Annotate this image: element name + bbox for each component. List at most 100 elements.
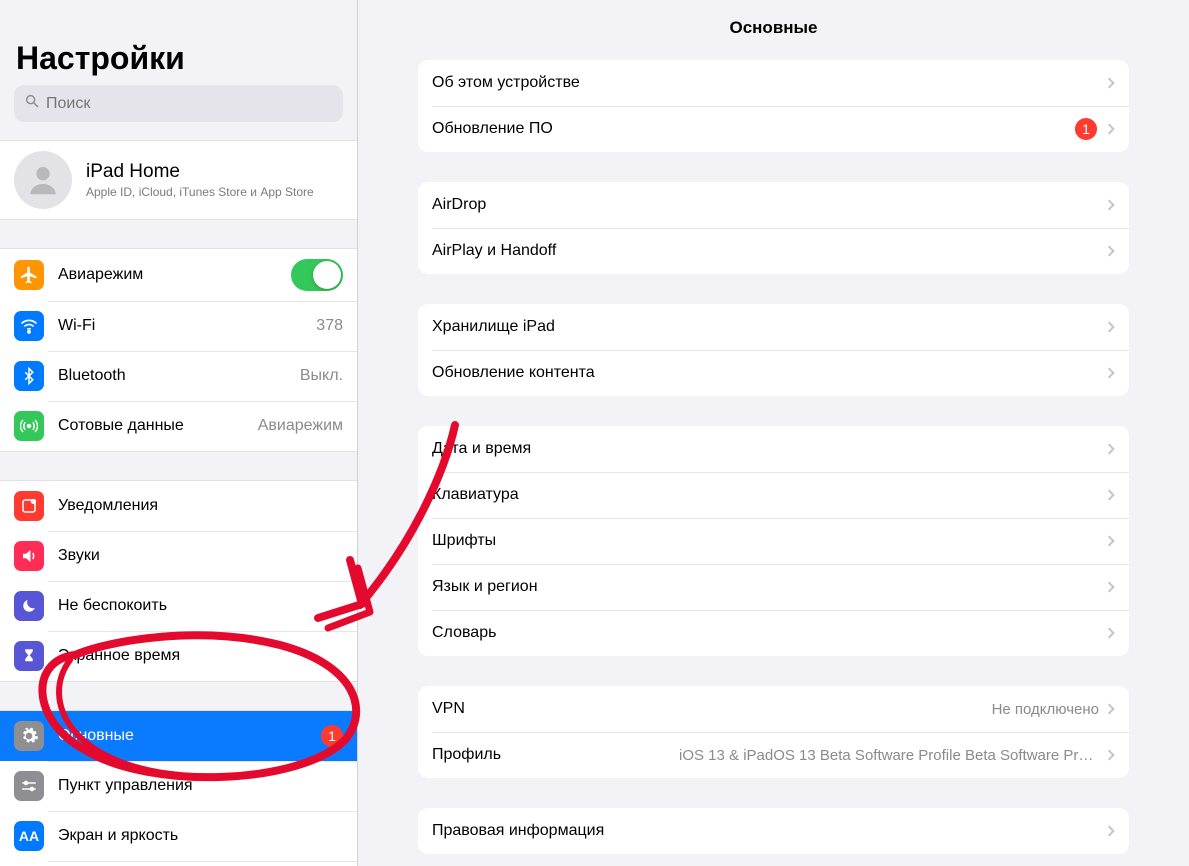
row-label: Язык и регион: [432, 578, 1107, 596]
chevron-right-icon: [1107, 442, 1115, 456]
search-icon: [24, 93, 40, 114]
sidebar-group-general: Основные 1 Пункт управления AA Экран и я…: [0, 710, 357, 866]
chevron-right-icon: [1107, 76, 1115, 90]
sidebar-group-notify: Уведомления Звуки Не беспокоить Экранное…: [0, 480, 357, 682]
avatar-icon: [14, 151, 72, 209]
speaker-icon: [14, 541, 44, 571]
sliders-icon: [14, 771, 44, 801]
search-field[interactable]: [14, 85, 343, 122]
row-label: Звуки: [58, 547, 343, 565]
row-label: Хранилище iPad: [432, 318, 1107, 336]
row-label: Шрифты: [432, 532, 1107, 550]
main-group-datetime: Дата и время Клавиатура Шрифты Язык и ре…: [418, 426, 1129, 656]
bluetooth-icon: [14, 361, 44, 391]
main-item-datetime[interactable]: Дата и время: [418, 426, 1129, 472]
chevron-right-icon: [1107, 122, 1115, 136]
row-value: Не подключено: [992, 701, 1099, 718]
hourglass-icon: [14, 641, 44, 671]
row-value: Выкл.: [300, 367, 343, 385]
badge: 1: [1075, 118, 1097, 140]
sidebar-item-notifications[interactable]: Уведомления: [0, 481, 357, 531]
main-item-airdrop[interactable]: AirDrop: [418, 182, 1129, 228]
main-item-language[interactable]: Язык и регион: [418, 564, 1129, 610]
chevron-right-icon: [1107, 748, 1115, 762]
chevron-right-icon: [1107, 626, 1115, 640]
main-content: Основные Об этом устройстве Обновление П…: [358, 0, 1189, 866]
row-label: Обновление контента: [432, 364, 1107, 382]
sidebar-item-general[interactable]: Основные 1: [0, 711, 357, 761]
sidebar-title: Настройки: [14, 40, 343, 85]
main-item-fonts[interactable]: Шрифты: [418, 518, 1129, 564]
row-label: Клавиатура: [432, 486, 1107, 504]
row-label: VPN: [432, 700, 992, 718]
wifi-icon: [14, 311, 44, 341]
sidebar-item-wifi[interactable]: Wi-Fi 378: [0, 301, 357, 351]
row-value: 378: [316, 317, 343, 335]
row-label: Экранное время: [58, 647, 343, 665]
sidebar-item-screentime[interactable]: Экранное время: [0, 631, 357, 681]
sidebar-item-cellular[interactable]: Сотовые данные Авиарежим: [0, 401, 357, 451]
chevron-right-icon: [1107, 244, 1115, 258]
row-label: Bluetooth: [58, 367, 286, 385]
row-label: Основные: [58, 727, 307, 745]
row-label: Об этом устройстве: [432, 74, 1107, 92]
main-item-vpn[interactable]: VPN Не подключено: [418, 686, 1129, 732]
moon-icon: [14, 591, 44, 621]
profile-subtitle: Apple ID, iCloud, iTunes Store и App Sto…: [86, 185, 314, 199]
main-group-storage: Хранилище iPad Обновление контента: [418, 304, 1129, 396]
sidebar-header: Настройки: [0, 0, 357, 130]
aa-icon: AA: [14, 821, 44, 851]
row-label: Авиарежим: [58, 266, 277, 284]
row-label: Уведомления: [58, 497, 343, 515]
chevron-right-icon: [1107, 580, 1115, 594]
chevron-right-icon: [1107, 824, 1115, 838]
sidebar-item-home-dock[interactable]: Экран «Домой» и Dock: [0, 861, 357, 866]
main-item-keyboard[interactable]: Клавиатура: [418, 472, 1129, 518]
main-item-storage[interactable]: Хранилище iPad: [418, 304, 1129, 350]
main-title: Основные: [358, 0, 1189, 50]
chevron-right-icon: [1107, 198, 1115, 212]
main-item-content-refresh[interactable]: Обновление контента: [418, 350, 1129, 396]
row-label: Сотовые данные: [58, 417, 244, 435]
sidebar-item-airplane[interactable]: Авиарежим: [0, 249, 357, 301]
main-item-software-update[interactable]: Обновление ПО 1: [418, 106, 1129, 152]
bell-icon: [14, 491, 44, 521]
profile-name: iPad Home: [86, 161, 314, 183]
sidebar-item-sounds[interactable]: Звуки: [0, 531, 357, 581]
badge: 1: [321, 725, 343, 747]
main-item-about[interactable]: Об этом устройстве: [418, 60, 1129, 106]
airplane-toggle[interactable]: [291, 259, 343, 291]
row-label: Экран и яркость: [58, 827, 343, 845]
main-group-vpn: VPN Не подключено Профиль iOS 13 & iPadO…: [418, 686, 1129, 778]
main-item-airplay[interactable]: AirPlay и Handoff: [418, 228, 1129, 274]
main-item-profile[interactable]: Профиль iOS 13 & iPadOS 13 Beta Software…: [418, 732, 1129, 778]
sidebar-group-network: Авиарежим Wi-Fi 378 Bluetooth Выкл. Сото…: [0, 248, 357, 452]
main-item-legal[interactable]: Правовая информация: [418, 808, 1129, 854]
chevron-right-icon: [1107, 534, 1115, 548]
settings-sidebar: Настройки iPad Home Apple ID, iCloud, iT…: [0, 0, 358, 866]
main-group-about: Об этом устройстве Обновление ПО 1: [418, 60, 1129, 152]
cellular-icon: [14, 411, 44, 441]
row-label: Wi-Fi: [58, 317, 302, 335]
chevron-right-icon: [1107, 702, 1115, 716]
main-item-dictionary[interactable]: Словарь: [418, 610, 1129, 656]
profile-row[interactable]: iPad Home Apple ID, iCloud, iTunes Store…: [0, 141, 357, 219]
chevron-right-icon: [1107, 488, 1115, 502]
row-label: Обновление ПО: [432, 120, 1075, 138]
chevron-right-icon: [1107, 320, 1115, 334]
row-label: Словарь: [432, 624, 1107, 642]
row-label: AirPlay и Handoff: [432, 242, 1107, 260]
sidebar-item-control-center[interactable]: Пункт управления: [0, 761, 357, 811]
main-group-legal: Правовая информация: [418, 808, 1129, 854]
search-input[interactable]: [46, 95, 333, 113]
sidebar-item-display[interactable]: AA Экран и яркость: [0, 811, 357, 861]
row-value: Авиарежим: [258, 417, 343, 435]
gear-icon: [14, 721, 44, 751]
row-label: AirDrop: [432, 196, 1107, 214]
sidebar-item-bluetooth[interactable]: Bluetooth Выкл.: [0, 351, 357, 401]
sidebar-item-dnd[interactable]: Не беспокоить: [0, 581, 357, 631]
chevron-right-icon: [1107, 366, 1115, 380]
airplane-icon: [14, 260, 44, 290]
row-label: Дата и время: [432, 440, 1107, 458]
main-group-airdrop: AirDrop AirPlay и Handoff: [418, 182, 1129, 274]
